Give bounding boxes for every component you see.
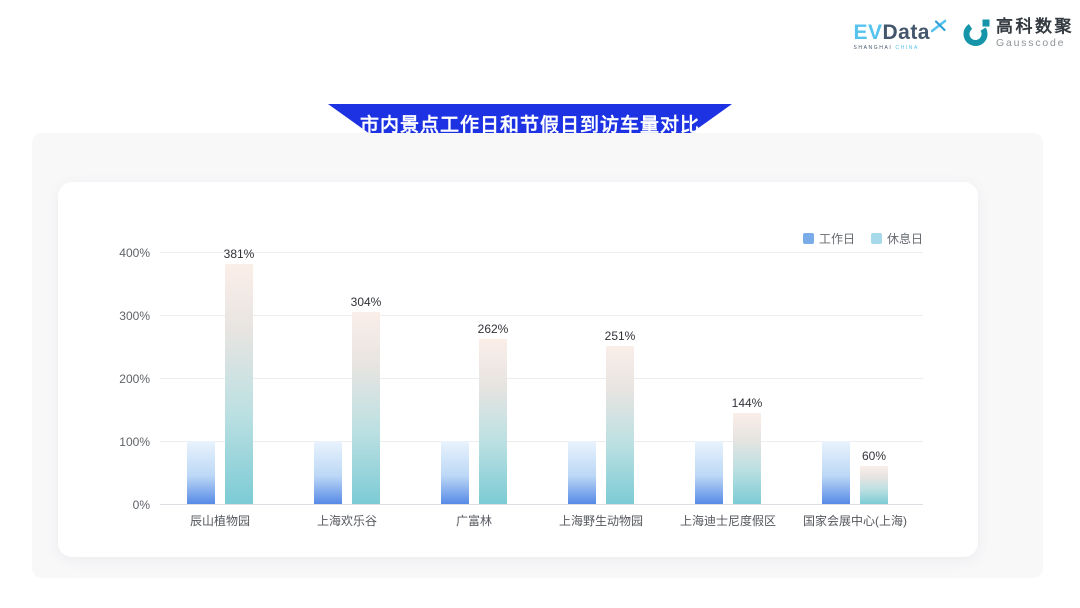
- y-tick-label: 100%: [58, 434, 150, 450]
- page: EVData SHANGHAI CHINA 高科数聚 Gausscode: [0, 0, 1080, 608]
- bar-value-label: 251%: [605, 329, 636, 343]
- gridline-200: [160, 378, 923, 379]
- evdata-ev-text: EV: [853, 22, 882, 43]
- bar-value-label: 60%: [862, 449, 886, 463]
- bar-group-3: 251%: [568, 346, 634, 504]
- evdata-x-icon: [931, 19, 947, 33]
- plot-area: 381% 304% 262% 251% 144% 60%: [160, 225, 923, 505]
- bar-group-4: 144%: [695, 413, 761, 504]
- x-tick-label-2: 广富林: [404, 512, 544, 529]
- bar-group-1: 304%: [314, 312, 380, 504]
- chart-panel: 工作日休息日 0%100%200%300%400% 381%304%262%25…: [32, 133, 1043, 578]
- bar-workday-0[interactable]: [187, 441, 215, 504]
- bar-value-label: 381%: [224, 247, 255, 261]
- x-tick-label-0: 辰山植物园: [150, 512, 290, 529]
- bar-restday-4[interactable]: 144%: [733, 413, 761, 504]
- y-tick-label: 400%: [58, 245, 150, 261]
- bar-restday-5[interactable]: 60%: [860, 466, 888, 504]
- bar-workday-5[interactable]: [822, 441, 850, 504]
- evdata-wordmark: EVData: [853, 22, 947, 43]
- gausscode-text: 高科数聚 Gausscode: [996, 18, 1074, 49]
- bar-workday-4[interactable]: [695, 441, 723, 504]
- y-tick-label: 200%: [58, 371, 150, 387]
- gausscode-g-icon: [963, 18, 991, 48]
- header-logos: EVData SHANGHAI CHINA 高科数聚 Gausscode: [853, 18, 1074, 51]
- bar-group-5: 60%: [822, 441, 888, 504]
- y-tick-label: 300%: [58, 308, 150, 324]
- gausscode-cn-text: 高科数聚: [996, 18, 1074, 36]
- chart-card: 工作日休息日 0%100%200%300%400% 381%304%262%25…: [58, 182, 978, 557]
- y-axis-labels: 0%100%200%300%400%: [58, 225, 150, 505]
- gridline-400: [160, 252, 923, 253]
- bar-value-label: 144%: [732, 396, 763, 410]
- x-tick-label-1: 上海欢乐谷: [277, 512, 417, 529]
- gausscode-logo: 高科数聚 Gausscode: [963, 18, 1074, 49]
- bar-value-label: 304%: [351, 295, 382, 309]
- gausscode-en-text: Gausscode: [996, 37, 1074, 50]
- bar-workday-2[interactable]: [441, 441, 469, 504]
- x-axis-line: [160, 504, 923, 505]
- bar-restday-3[interactable]: 251%: [606, 346, 634, 504]
- bar-restday-1[interactable]: 304%: [352, 312, 380, 504]
- bar-workday-3[interactable]: [568, 441, 596, 504]
- evdata-logo: EVData SHANGHAI CHINA: [853, 18, 947, 51]
- x-tick-label-5: 国家会展中心(上海): [785, 512, 925, 529]
- bar-workday-1[interactable]: [314, 441, 342, 504]
- y-tick-label: 0%: [58, 497, 150, 513]
- bar-group-0: 381%: [187, 264, 253, 504]
- x-tick-label-3: 上海野生动物园: [531, 512, 671, 529]
- gridline-300: [160, 315, 923, 316]
- x-axis-labels: 辰山植物园上海欢乐谷广富林上海野生动物园上海迪士尼度假区国家会展中心(上海): [160, 512, 923, 532]
- bar-restday-2[interactable]: 262%: [479, 339, 507, 504]
- evdata-china-text: CHINA: [895, 45, 919, 51]
- bar-value-label: 262%: [478, 322, 509, 336]
- evdata-subtext: SHANGHAI CHINA: [853, 46, 947, 51]
- evdata-shanghai-text: SHANGHAI: [853, 45, 892, 51]
- x-tick-label-4: 上海迪士尼度假区: [658, 512, 798, 529]
- gridline-100: [160, 441, 923, 442]
- bar-restday-0[interactable]: 381%: [225, 264, 253, 504]
- evdata-data-text: Data: [882, 22, 930, 43]
- bar-group-2: 262%: [441, 339, 507, 504]
